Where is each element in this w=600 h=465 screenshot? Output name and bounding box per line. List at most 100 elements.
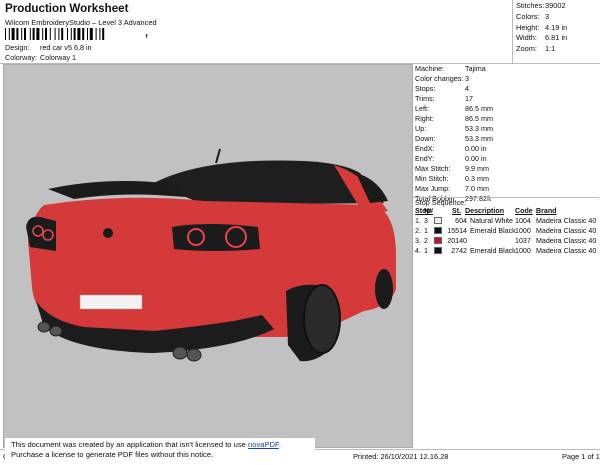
info-key: Down: [415,134,436,143]
info-endy: EndY: 0.00 in [415,154,487,163]
info-down: Down: 53.3 mm [415,134,493,143]
info-trims: Trims: 17 [415,94,473,103]
design-preview [3,64,413,448]
info-value: 297.82ft [465,194,491,203]
summary-key: Height: [516,23,540,32]
cell-stop: 2. [415,227,421,235]
summary-value: 39002 [545,1,566,10]
cell-brand: Madeira Classic 40 [536,237,597,245]
info-key: Trims: [415,94,435,103]
cell-n: 1 [424,227,428,235]
col-code: Code [515,207,533,215]
summary-value: 6.81 in [545,33,568,42]
barcode-comma: , [145,27,149,39]
info-value: 4 [465,84,469,93]
cell-stop: 3. [415,237,421,245]
col-n: N# [424,207,434,215]
cell-code: 1000 [515,247,531,255]
meta-design: Design: red car v5 6,8 in [5,43,92,52]
meta-design-key: Design: [5,43,30,52]
cell-n: 2 [424,237,428,245]
info-key: Color changes: [415,74,464,83]
notice-period: . [278,440,281,449]
page-number: Page 1 of 1 [562,452,600,461]
novapdf-link[interactable]: novaPDF [248,440,279,449]
info-up: Up: 53.3 mm [415,124,493,133]
info-value: 0.00 in [465,144,487,153]
info-left: Left: 86.5 mm [415,104,493,113]
info-value: 53.3 mm [465,124,493,133]
cell-brand: Madeira Classic 40 [536,227,597,235]
cell-code: 1004 [515,217,531,225]
barcode [5,28,105,40]
summary-value: 4.19 in [545,23,568,32]
info-key: Machine: [415,64,445,73]
summary-value: 3 [545,12,550,21]
info-value: 9.9 mm [465,164,489,173]
info-machine: Machine: Tajima [415,64,486,73]
stop-sequence-title: Stop Sequence: [415,198,467,207]
printed-timestamp: Printed: 26/10/2021 12.16.28 [353,452,449,461]
cell-st: 2742 [451,247,467,255]
info-right: Right: 86.5 mm [415,114,493,123]
color-swatch [434,247,442,254]
col-description: Description [465,207,505,215]
info-color-changes: Color changes: 3 [415,74,469,83]
info-key: Stops: [415,84,436,93]
info-max-stitch: Max Stitch: 9.9 mm [415,164,489,173]
info-value: 53.3 mm [465,134,493,143]
summary-colors: Colors: 3 [516,12,549,21]
summary-height: Height: 4.19 in [516,23,567,32]
info-key: Right: [415,114,434,123]
summary-zoom: Zoom: 1:1 [516,44,555,53]
cell-brand: Madeira Classic 40 [536,217,597,225]
notice-text: This document was created by an applicat… [11,440,248,449]
license-notice: This document was created by an applicat… [5,438,315,462]
info-value: 7.0 mm [465,184,489,193]
software-subtitle: Wilcom EmbroideryStudio – Level 3 Advanc… [5,18,157,27]
summary-key: Width: [516,33,537,42]
col-brand: Brand [536,207,557,215]
cell-code: 1000 [515,227,531,235]
meta-colorway-value: Colorway 1 [40,53,76,62]
info-key: EndY: [415,154,435,163]
notice-line-1: This document was created by an applicat… [11,440,309,450]
meta-design-value: red car v5 6,8 in [40,43,92,52]
info-value: Tajima [465,64,486,73]
cell-brand: Madeira Classic 40 [536,247,597,255]
cell-stop: 4. [415,247,421,255]
meta-colorway: Colorway: Colorway 1 [5,53,76,62]
cell-n: 1 [424,247,428,255]
cell-stop: 1. [415,217,421,225]
info-value: 0.00 in [465,154,487,163]
meta-colorway-key: Colorway: [5,53,37,62]
color-swatch [434,227,442,234]
info-stops: Stops: 4 [415,84,469,93]
worksheet-title: Production Worksheet [5,2,129,15]
summary-box: Stitches:39002 Colors: 3 Height: 4.19 in W… [512,0,600,64]
info-key: Left: [415,104,429,113]
summary-key: Zoom: [516,44,537,53]
cell-code: 1037 [515,237,531,245]
info-key: Max Stitch: [415,164,451,173]
cell-st: 604 [455,217,467,225]
info-value: 86.5 mm [465,104,493,113]
cell-n: 3 [424,217,428,225]
info-value: 0.3 mm [465,174,489,183]
summary-stitches: Stitches:39002 [516,1,566,10]
summary-key: Colors: [516,12,540,21]
cell-description: Natural White [470,217,513,225]
info-key: Min Stitch: [415,174,449,183]
info-min-stitch: Min Stitch: 0.3 mm [415,174,489,183]
info-key: Up: [415,124,427,133]
info-max-jump: Max Jump: 7.0 mm [415,184,489,193]
embroidered-car-image [26,148,396,362]
cell-description: Emerald Black [470,247,516,255]
cell-st: 15514 [447,227,467,235]
info-key: EndX: [415,144,435,153]
notice-line-2: Purchase a license to generate PDF files… [11,450,214,459]
info-endx: EndX: 0.00 in [415,144,487,153]
color-swatch [434,237,442,244]
info-value: 86.5 mm [465,114,493,123]
summary-value: 1:1 [545,44,556,53]
